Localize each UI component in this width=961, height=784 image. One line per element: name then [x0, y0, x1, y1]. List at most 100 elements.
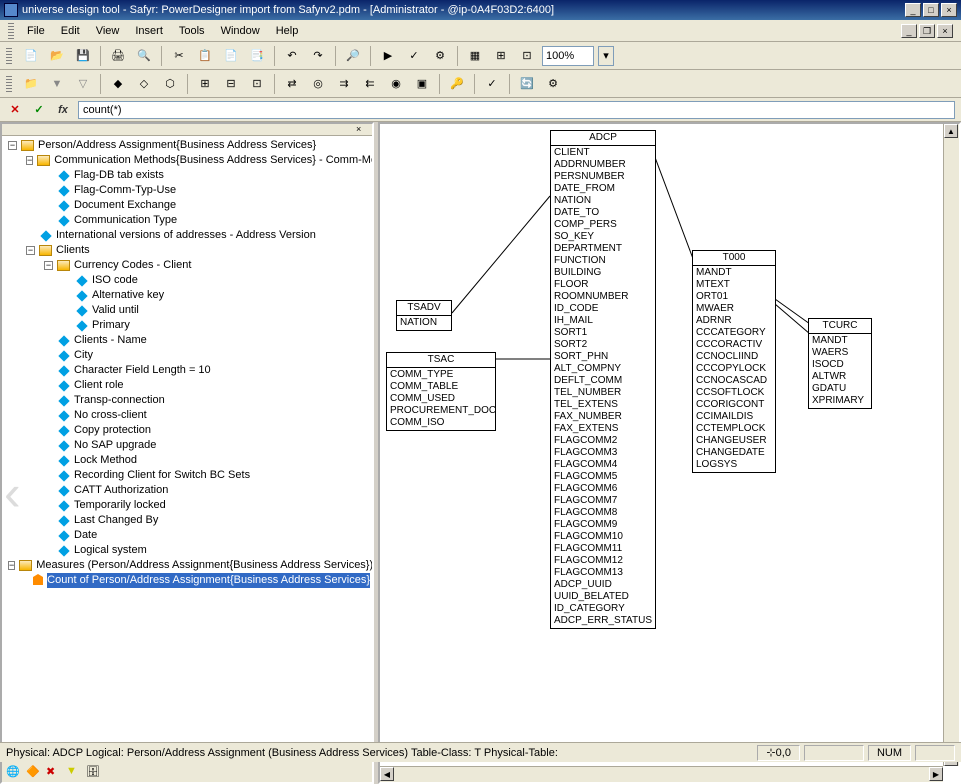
entity-field[interactable]: CCCOPYLOCK: [696, 363, 772, 375]
entity-field[interactable]: FLAGCOMM5: [554, 471, 652, 483]
entity-field[interactable]: CLIENT: [554, 147, 652, 159]
entity-field[interactable]: BUILDING: [554, 267, 652, 279]
entity-field[interactable]: FLAGCOMM12: [554, 555, 652, 567]
join-icon[interactable]: ⇄: [281, 73, 303, 95]
mdi-minimize-button[interactable]: _: [901, 24, 917, 38]
detect-alias-icon[interactable]: ▣: [411, 73, 433, 95]
entity-field[interactable]: ADRNR: [696, 315, 772, 327]
entity-field[interactable]: SORT_PHN: [554, 351, 652, 363]
print-icon[interactable]: 🖨: [107, 45, 129, 67]
find-icon[interactable]: 🔎: [342, 45, 364, 67]
tree-item[interactable]: Recording Client for Switch BC Sets: [74, 468, 250, 483]
alias-icon[interactable]: ⊡: [246, 73, 268, 95]
tree-item[interactable]: Character Field Length = 10: [74, 363, 211, 378]
expand-icon[interactable]: −: [44, 261, 53, 270]
entity-field[interactable]: LOGSYS: [696, 459, 772, 471]
entity-field[interactable]: FAX_NUMBER: [554, 411, 652, 423]
diagram-panel[interactable]: TSADV NATION TSAC COMM_TYPECOMM_TABLECOM…: [378, 122, 961, 784]
formula-cancel-icon[interactable]: ✕: [6, 101, 24, 119]
tree-tab-globe-icon[interactable]: 🌐: [6, 765, 20, 779]
folder-icon[interactable]: 📁: [20, 73, 42, 95]
entity-field[interactable]: FLAGCOMM4: [554, 459, 652, 471]
menu-grip[interactable]: [8, 23, 14, 39]
tree-item[interactable]: Alternative key: [92, 288, 164, 303]
entity-field[interactable]: DATE_FROM: [554, 183, 652, 195]
tree-item[interactable]: Clients: [56, 243, 90, 258]
redo-icon[interactable]: ↷: [307, 45, 329, 67]
dim-object-icon[interactable]: ◇: [133, 73, 155, 95]
entity-field[interactable]: FLAGCOMM2: [554, 435, 652, 447]
params-icon[interactable]: ⚙: [542, 73, 564, 95]
expand-icon[interactable]: −: [26, 156, 33, 165]
entity-field[interactable]: ALT_COMPNY: [554, 363, 652, 375]
toolbar2-grip[interactable]: [6, 76, 12, 92]
entity-field[interactable]: FLAGCOMM11: [554, 543, 652, 555]
scroll-left-icon[interactable]: ◀: [380, 767, 394, 781]
horizontal-scrollbar[interactable]: ◀ ▶: [380, 766, 943, 782]
entity-field[interactable]: ID_CODE: [554, 303, 652, 315]
entity-field[interactable]: ADDRNUMBER: [554, 159, 652, 171]
tree-item[interactable]: City: [74, 348, 93, 363]
expand-icon[interactable]: −: [8, 141, 17, 150]
entity-field[interactable]: CCIMAILDIS: [696, 411, 772, 423]
tree-item[interactable]: Currency Codes - Client: [74, 258, 191, 273]
entity-field[interactable]: UUID_BELATED: [554, 591, 652, 603]
tree-item[interactable]: Last Changed By: [74, 513, 158, 528]
entity-field[interactable]: SO_KEY: [554, 231, 652, 243]
entity-tsadv[interactable]: TSADV NATION: [396, 300, 452, 331]
entity-field[interactable]: CCSOFTLOCK: [696, 387, 772, 399]
tree-tab-hier-icon[interactable]: 🔶: [26, 765, 40, 779]
cut-icon[interactable]: ✂: [168, 45, 190, 67]
tree-item[interactable]: Copy protection: [74, 423, 151, 438]
menu-window[interactable]: Window: [214, 23, 267, 39]
formula-input[interactable]: [78, 101, 955, 119]
dim-class-icon[interactable]: ◆: [107, 73, 129, 95]
check-icon[interactable]: ✓: [403, 45, 425, 67]
scroll-right-icon[interactable]: ▶: [929, 767, 943, 781]
context-icon[interactable]: ◎: [307, 73, 329, 95]
zoom-dropdown-icon[interactable]: ▾: [598, 46, 614, 66]
maximize-button[interactable]: □: [923, 3, 939, 17]
entity-field[interactable]: DEFLT_COMM: [554, 375, 652, 387]
tree-item[interactable]: Flag-DB tab exists: [74, 168, 164, 183]
entity-field[interactable]: MTEXT: [696, 279, 772, 291]
tree-item-selected[interactable]: Count of Person/Address Assignment{Busin…: [47, 573, 370, 588]
grid-icon[interactable]: ▦: [464, 45, 486, 67]
entity-field[interactable]: PERSNUMBER: [554, 171, 652, 183]
save-icon[interactable]: 💾: [72, 45, 94, 67]
tree-item[interactable]: International versions of addresses - Ad…: [56, 228, 316, 243]
open-icon[interactable]: 📂: [46, 45, 68, 67]
entity-field[interactable]: MWAER: [696, 303, 772, 315]
mdi-close-button[interactable]: ×: [937, 24, 953, 38]
entity-field[interactable]: COMP_PERS: [554, 219, 652, 231]
entity-field[interactable]: FLAGCOMM3: [554, 447, 652, 459]
refresh-icon[interactable]: 🔄: [516, 73, 538, 95]
tree-item[interactable]: ISO code: [92, 273, 138, 288]
entity-field[interactable]: FLAGCOMM6: [554, 483, 652, 495]
formula-fx-icon[interactable]: fx: [54, 101, 72, 119]
entity-t000[interactable]: T000 MANDTMTEXTORT01MWAERADRNRCCCATEGORY…: [692, 250, 776, 473]
entity-field[interactable]: ADCP_UUID: [554, 579, 652, 591]
menu-tools[interactable]: Tools: [172, 23, 212, 39]
tree-item[interactable]: CATT Authorization: [74, 483, 168, 498]
tree-root[interactable]: Person/Address Assignment{Business Addre…: [38, 138, 316, 153]
entity-field[interactable]: CHANGEUSER: [696, 435, 772, 447]
detect-card-icon[interactable]: ⇇: [359, 73, 381, 95]
entity-field[interactable]: CCCORACTIV: [696, 339, 772, 351]
menu-help[interactable]: Help: [269, 23, 306, 39]
paste-icon[interactable]: 📄: [220, 45, 242, 67]
entity-field[interactable]: COMM_USED: [390, 393, 492, 405]
entity-field[interactable]: TEL_EXTENS: [554, 399, 652, 411]
entity-field[interactable]: FUNCTION: [554, 255, 652, 267]
entity-field[interactable]: FLAGCOMM13: [554, 567, 652, 579]
integrity-icon[interactable]: ✓: [481, 73, 503, 95]
entity-field[interactable]: CCNOCLIIND: [696, 351, 772, 363]
entity-field[interactable]: FLAGCOMM8: [554, 507, 652, 519]
entity-adcp[interactable]: ADCP CLIENTADDRNUMBERPERSNUMBERDATE_FROM…: [550, 130, 656, 629]
entity-field[interactable]: IH_MAIL: [554, 315, 652, 327]
entity-field[interactable]: DATE_TO: [554, 207, 652, 219]
detect-join-icon[interactable]: ⇉: [333, 73, 355, 95]
entity-field[interactable]: TEL_NUMBER: [554, 387, 652, 399]
tree-item[interactable]: Measures (Person/Address Assignment{Busi…: [36, 558, 372, 573]
zoom-input[interactable]: 100%: [542, 46, 594, 66]
